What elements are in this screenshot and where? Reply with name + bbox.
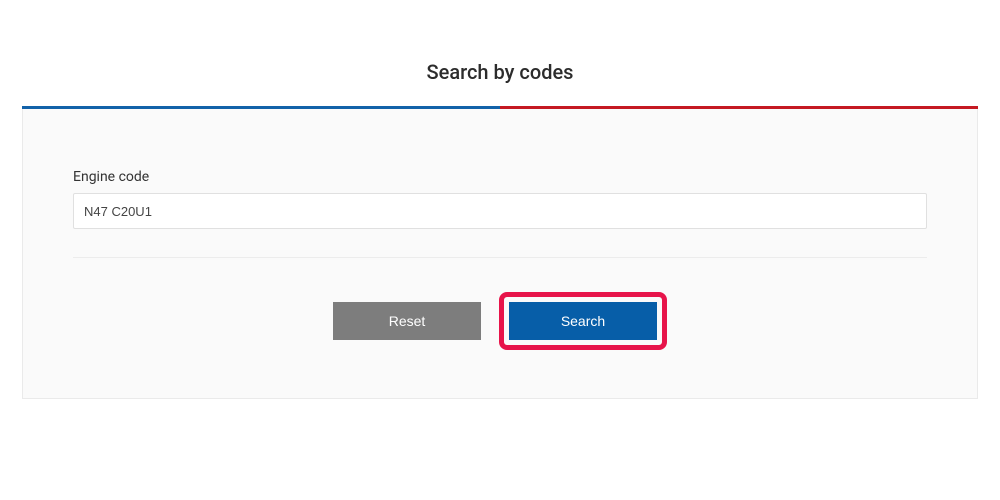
search-button-highlight: Search [499,292,667,350]
page-title: Search by codes [22,60,978,84]
engine-code-input[interactable] [73,193,927,229]
search-panel: Engine code Reset Search [22,109,978,399]
accent-blue [22,106,500,109]
search-button[interactable]: Search [509,302,657,340]
panel-accent-border [22,106,978,109]
engine-code-label: Engine code [73,169,927,185]
search-by-codes-page: Search by codes Engine code Reset Search [0,0,1000,399]
reset-button[interactable]: Reset [333,302,481,340]
button-row: Reset Search [73,292,927,350]
accent-red [500,106,978,109]
form-divider [73,257,927,258]
